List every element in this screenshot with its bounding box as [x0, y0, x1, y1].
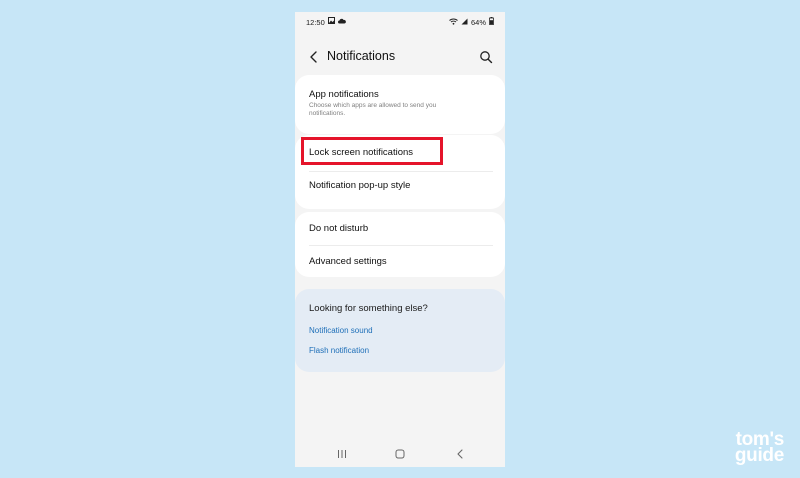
status-right: 64% [449, 17, 494, 27]
suggestions-title: Looking for something else? [309, 303, 428, 314]
notification-sound-link[interactable]: Notification sound [309, 326, 373, 335]
page-title: Notifications [327, 49, 396, 63]
signal-icon [461, 18, 468, 27]
status-left-icons [328, 17, 346, 26]
toms-guide-logo: tom's guide [734, 430, 784, 466]
notification-popup-style-item[interactable]: Notification pop-up style [309, 180, 493, 191]
app-notifications-item[interactable]: App notifications Choose which apps are … [309, 89, 493, 118]
logo-line2: guide [734, 445, 784, 466]
cloud-icon [338, 17, 346, 26]
back-icon[interactable] [453, 447, 467, 459]
do-not-disturb-title: Do not disturb [309, 223, 369, 234]
app-notifications-title: App notifications [309, 89, 379, 100]
phone-screen: 12:50 64% Notifications App notification… [295, 12, 505, 467]
home-icon[interactable] [393, 447, 407, 459]
highlight-box [301, 137, 443, 165]
status-bar: 12:50 64% [295, 12, 505, 32]
battery-icon [489, 17, 494, 27]
image-icon [328, 17, 335, 26]
wifi-icon [449, 18, 458, 27]
navigation-bar [295, 439, 505, 467]
dnd-advanced-card: Do not disturb Advanced settings [295, 212, 505, 277]
status-time: 12:50 [306, 18, 325, 27]
app-notifications-card: App notifications Choose which apps are … [295, 75, 505, 134]
advanced-settings-item[interactable]: Advanced settings [309, 256, 493, 267]
back-arrow-icon[interactable] [306, 49, 322, 65]
divider [309, 245, 493, 246]
advanced-settings-title: Advanced settings [309, 256, 387, 267]
screenshot-stage: 12:50 64% Notifications App notification… [0, 0, 800, 478]
notification-popup-style-title: Notification pop-up style [309, 180, 411, 191]
flash-notification-link[interactable]: Flash notification [309, 346, 369, 355]
suggestions-card: Looking for something else? Notification… [295, 289, 505, 372]
do-not-disturb-item[interactable]: Do not disturb [309, 223, 493, 234]
app-header: Notifications [295, 45, 505, 69]
search-icon[interactable] [478, 49, 494, 65]
app-notifications-subtitle: Choose which apps are allowed to send yo… [309, 102, 437, 117]
recents-icon[interactable] [335, 447, 349, 459]
battery-percent: 64% [470, 17, 486, 27]
divider [309, 171, 493, 172]
